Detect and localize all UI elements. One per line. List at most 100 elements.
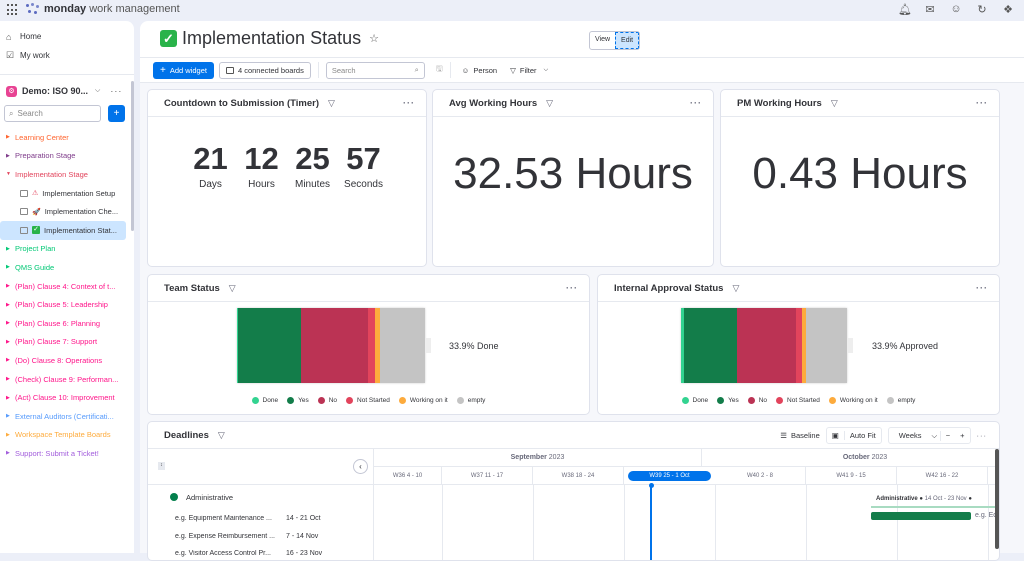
updates-icon[interactable]: ↻ (976, 3, 988, 16)
sidebar-folder-label: (Check) Clause 9: Performan... (15, 374, 119, 384)
legend-item[interactable]: empty (886, 397, 915, 404)
grid-line (442, 485, 443, 560)
save-view-icon[interactable]: 🖫︎ (436, 63, 443, 77)
legend-item[interactable]: Yes (717, 397, 739, 404)
task-name: e.g. Visitor Access Control Pr... (175, 550, 271, 558)
collapse-all-icon[interactable]: ↕ (158, 462, 165, 470)
bell-icon[interactable]: 🔔︎ (898, 3, 912, 16)
group-row[interactable]: Administrative (170, 491, 373, 503)
widget-menu-icon[interactable]: ··· (690, 98, 702, 108)
legend-item[interactable]: Done (681, 397, 708, 404)
brand-logo[interactable]: monday work management (26, 3, 180, 15)
workspace-selector[interactable]: ⚙ Demo: ISO 90... ⌵ ··· (0, 79, 134, 103)
sidebar-folder[interactable]: ▶ (Plan) Clause 7: Support (0, 333, 134, 352)
add-item-button[interactable]: + (108, 105, 125, 122)
legend-label: No (328, 397, 338, 404)
sidebar-folder[interactable]: ▶ Project Plan (0, 240, 134, 259)
filter-icon[interactable]: ▽ (218, 430, 225, 441)
baseline-button[interactable]: ☰ Baseline (780, 431, 820, 440)
battery-segment-no[interactable] (300, 308, 368, 383)
sidebar-folder-label: (Act) Clause 10: Improvement (15, 393, 115, 403)
legend-item[interactable]: Yes (287, 397, 309, 404)
sidebar-folder[interactable]: ▶ (Plan) Clause 5: Leadership (0, 295, 134, 314)
widget-menu-icon[interactable]: ··· (976, 283, 988, 293)
filter-button[interactable]: ▽ Filter ⌵ (506, 66, 552, 75)
sidebar-item[interactable]: 🚀 Implementation Che... (0, 202, 134, 221)
view-mode-button[interactable]: View (590, 32, 615, 49)
filter-icon[interactable]: ▽ (546, 98, 553, 109)
sidebar-folder[interactable]: ▶ Learning Center (0, 128, 134, 147)
app-switcher-icon[interactable] (7, 4, 19, 16)
filter-icon[interactable]: ▽ (732, 283, 739, 294)
battery-segment-not-started[interactable] (367, 308, 375, 383)
battery-segment-yes[interactable] (237, 308, 301, 383)
filter-icon[interactable]: ▽ (328, 98, 335, 109)
collapse-panel-button[interactable]: ‹ (353, 459, 368, 474)
person-filter-button[interactable]: ☺︎ Person (458, 66, 501, 75)
invite-members-icon[interactable]: ☺︎ (950, 3, 962, 16)
chevron-down-icon[interactable]: ⌵ (95, 87, 100, 95)
scale-dropdown[interactable]: Weeks ⌵ (889, 430, 941, 441)
sidebar-item-label: Implementation Che... (44, 207, 119, 217)
sidebar-folder[interactable]: ▶ (Act) Clause 10: Improvement (0, 388, 134, 407)
workspace-badge-icon: ⚙ (6, 85, 17, 97)
apps-icon[interactable]: ❖ (1002, 3, 1014, 16)
battery-segment-empty[interactable] (379, 308, 425, 383)
legend-item[interactable]: Not Started (776, 397, 820, 404)
sidebar-folder[interactable]: ▶ (Plan) Clause 6: Planning (0, 314, 134, 333)
nav-home[interactable]: ⌂ Home (6, 27, 128, 46)
widget-menu-icon[interactable]: ··· (403, 98, 415, 108)
avg-working-hours-widget: Avg Working Hours ▽ ··· 32.53 Hours (432, 89, 714, 267)
divider (449, 62, 451, 78)
calendar-icon[interactable]: ▣ (827, 431, 845, 440)
legend-item[interactable]: Done (251, 397, 278, 404)
edit-mode-button[interactable]: Edit (615, 32, 640, 49)
sidebar-folder[interactable]: ▶ External Auditors (Certificati... (0, 407, 134, 426)
task-row[interactable]: e.g. Expense Reimbursement ... 7 - 14 Nov (175, 528, 373, 546)
battery-segment-yes[interactable] (683, 308, 738, 383)
add-widget-button[interactable]: + Add widget (153, 61, 214, 79)
sidebar-folder[interactable]: ▶ Workspace Template Boards (0, 426, 134, 445)
widget-menu-icon[interactable]: ··· (566, 283, 578, 293)
connected-boards-button[interactable]: 4 connected boards (218, 61, 311, 79)
more-options-icon[interactable]: ··· (110, 86, 122, 96)
grid-line (806, 485, 807, 560)
legend-item[interactable]: Working on it (398, 397, 448, 404)
task-row[interactable]: e.g. Equipment Maintenance ... 14 - 21 Oc… (175, 510, 373, 528)
sidebar-item[interactable]: ✓ Implementation Stat... (0, 220, 126, 240)
sidebar-folder[interactable]: ▶ (Plan) Clause 4: Context of t... (0, 277, 134, 296)
gantt-task-bar[interactable] (871, 512, 971, 520)
widget-menu-icon[interactable]: ··· (977, 431, 988, 440)
legend-item[interactable]: Not Started (346, 397, 390, 404)
legend-item[interactable]: No (747, 397, 767, 404)
zoom-in-button[interactable]: + (955, 431, 969, 440)
caret-right-icon: ▶ (6, 134, 10, 141)
sidebar-folder[interactable]: ▼ Implementation Stage (0, 165, 134, 184)
legend-item[interactable]: empty (456, 397, 485, 404)
sidebar-folder[interactable]: ▶ Preparation Stage (0, 147, 134, 166)
legend-item[interactable]: Working on it (828, 397, 878, 404)
workspace-name: Demo: ISO 90... (22, 86, 89, 96)
sidebar-folder[interactable]: ▶ (Check) Clause 9: Performan... (0, 370, 134, 389)
dashboard-search-input[interactable]: Search ⌕ (325, 61, 425, 79)
filter-icon[interactable]: ▽ (831, 98, 838, 109)
task-row[interactable]: e.g. Visitor Access Control Pr... 16 - 23… (175, 545, 373, 560)
battery-segment-empty[interactable] (805, 308, 847, 383)
sidebar-item[interactable]: ⚠︎ Implementation Setup (0, 184, 134, 203)
legend-item[interactable]: No (317, 397, 338, 404)
sidebar-folder[interactable]: ▶ Support: Submit a Ticket! (0, 444, 134, 463)
sidebar-folder[interactable]: ▶ (Do) Clause 8: Operations (0, 351, 134, 370)
auto-fit-button[interactable]: Auto Fit (845, 431, 881, 440)
sidebar-search-input[interactable]: ⌕ Search (4, 105, 101, 122)
timeline-scrollbar[interactable] (995, 449, 999, 549)
sidebar-folder[interactable]: ▶ QMS Guide (0, 258, 134, 277)
zoom-out-button[interactable]: − (941, 431, 955, 440)
widget-menu-icon[interactable]: ··· (976, 98, 988, 108)
battery-segment-no[interactable] (737, 308, 797, 383)
nav-my-work[interactable]: ☑ My work (6, 46, 128, 65)
page-title-text[interactable]: Implementation Status (182, 28, 361, 49)
filter-icon[interactable]: ▽ (229, 283, 236, 294)
favorite-star-icon[interactable]: ☆ (369, 32, 379, 45)
inbox-icon[interactable]: ✉︎ (924, 3, 936, 16)
sidebar-scrollbar[interactable] (131, 81, 134, 231)
